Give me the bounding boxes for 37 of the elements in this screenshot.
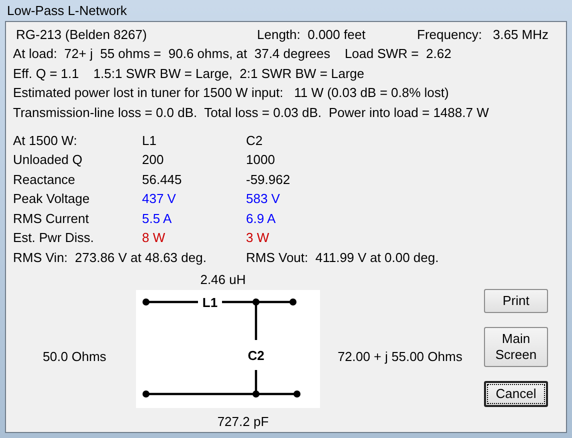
main-screen-button[interactable]: Main Screen	[484, 327, 548, 367]
table-value: 3 W	[246, 229, 270, 247]
summary-text: Transmission-line loss = 0.0 dB. Total loss = 0.03 dB. Power into load = 1488.7 W	[13, 104, 490, 122]
print-button[interactable]: Print	[484, 289, 548, 313]
source-impedance: 50.0 Ohms	[42, 348, 108, 364]
capacitance-value: 727.2 pF	[217, 413, 269, 431]
column-header: L1	[142, 132, 158, 150]
load-impedance: 72.00 + j 55.00 Ohms	[336, 348, 464, 364]
summary-text: Eff. Q = 1.1 1.5:1 SWR BW = Large, 2:1 SWR BW = Large	[13, 64, 366, 83]
summary-text: At load: 72+ j 55 ohms = 90.6 ohms, at 37.4 degrees Load SWR = 2.62	[13, 45, 452, 64]
table-value: 8 W	[142, 229, 166, 247]
column-header: C2	[246, 132, 264, 150]
row-label: Est. Pwr Diss.	[13, 229, 95, 247]
capacitor-label: C2	[248, 348, 264, 363]
cancel-button[interactable]: Cancel	[484, 381, 548, 407]
table-value: 56.445	[142, 170, 183, 188]
inductor-label: L1	[202, 295, 218, 310]
table-value: 1000	[246, 151, 276, 169]
summary-text: Estimated power lost in tuner for 1500 W input: 11 W (0.03 dB = 0.8% lost)	[13, 84, 450, 102]
row-label: RMS Current	[13, 210, 90, 228]
table-value: 6.9 A	[246, 210, 277, 228]
row-label: Unloaded Q	[13, 151, 84, 169]
table-caption: At 1500 W:	[13, 132, 78, 150]
length-label: Length: 0.000 feet	[257, 26, 366, 44]
rms-text: RMS Vin: 273.86 V at 48.63 deg.	[13, 248, 208, 267]
table-value: 5.5 A	[142, 210, 173, 228]
window-title: Low-Pass L-Network	[7, 3, 127, 18]
table-value: 200	[142, 151, 165, 169]
table-value: -59.962	[246, 170, 292, 188]
cable-label: RG-213 (Belden 8267)	[15, 26, 148, 44]
row-label: Peak Voltage	[13, 190, 91, 208]
table-value: 583 V	[246, 190, 281, 208]
row-label: Reactance	[13, 170, 76, 188]
inductance-value: 2.46 uH	[200, 271, 246, 289]
rms-text: RMS Vout: 411.99 V at 0.00 deg.	[246, 248, 439, 267]
frequency-label: Frequency: 3.65 MHz	[417, 26, 548, 44]
table-value: 437 V	[142, 190, 177, 208]
